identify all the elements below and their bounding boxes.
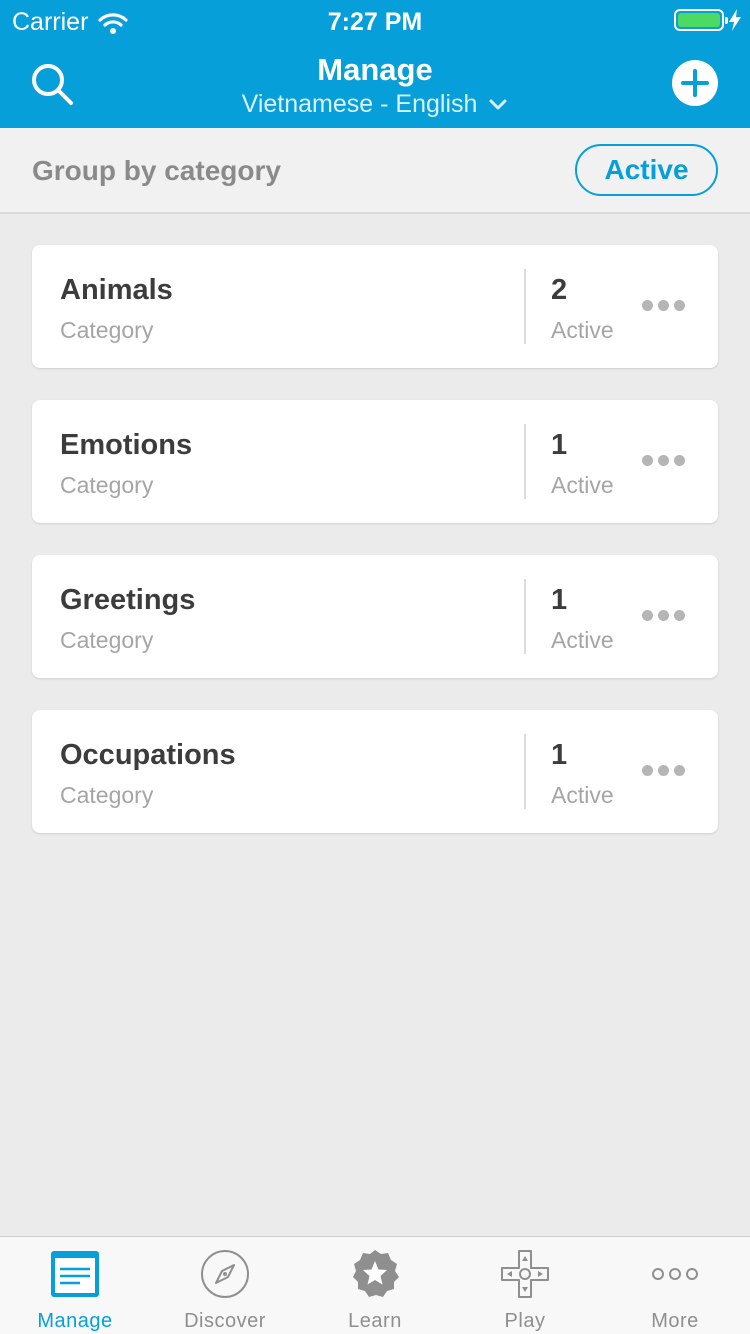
tab-more[interactable]: More xyxy=(600,1237,750,1334)
group-bar: Group by category Active xyxy=(0,128,750,214)
category-card[interactable]: Animals Category 2 Active xyxy=(32,245,718,368)
battery-indicator xyxy=(674,9,742,31)
category-card[interactable]: Greetings Category 1 Active xyxy=(32,555,718,678)
page-title: Manage xyxy=(317,52,433,87)
more-options-button[interactable] xyxy=(642,294,690,318)
star-badge-icon xyxy=(353,1250,399,1297)
tab-label: Manage xyxy=(37,1310,113,1332)
category-type: Category xyxy=(60,782,154,808)
category-type: Category xyxy=(60,472,154,498)
tab-discover[interactable]: Discover xyxy=(150,1237,300,1334)
tab-bar: Manage Discover Learn Play More xyxy=(0,1236,750,1334)
app-header: Carrier 7:27 PM Manage Vietnamese - Engl… xyxy=(0,0,750,128)
tab-label: More xyxy=(651,1310,699,1332)
category-name: Animals xyxy=(60,274,173,306)
tab-label: Play xyxy=(504,1310,546,1332)
charging-bolt-icon xyxy=(729,9,741,31)
active-filter-button[interactable]: Active xyxy=(575,144,718,196)
more-dots-icon xyxy=(652,1268,698,1280)
category-card[interactable]: Occupations Category 1 Active xyxy=(32,710,718,833)
language-pair-selector[interactable]: Vietnamese - English xyxy=(0,90,750,119)
language-pair-label: Vietnamese - English xyxy=(241,90,478,118)
more-options-button[interactable] xyxy=(642,604,690,628)
tab-label: Discover xyxy=(184,1310,266,1332)
active-status-label: Active xyxy=(551,472,614,498)
compass-icon xyxy=(201,1250,249,1298)
tab-label: Learn xyxy=(348,1310,402,1332)
card-divider xyxy=(524,424,526,499)
category-type: Category xyxy=(60,317,154,343)
active-count: 1 xyxy=(551,584,568,616)
active-status-label: Active xyxy=(551,317,614,343)
tab-play[interactable]: Play xyxy=(450,1237,600,1334)
category-type: Category xyxy=(60,627,154,653)
card-divider xyxy=(524,579,526,654)
active-status-label: Active xyxy=(551,627,614,653)
add-button[interactable] xyxy=(672,60,718,106)
active-count: 2 xyxy=(551,274,568,306)
tab-manage[interactable]: Manage xyxy=(0,1237,150,1334)
chevron-down-icon xyxy=(489,99,507,110)
card-divider xyxy=(524,734,526,809)
active-status-label: Active xyxy=(551,782,614,808)
active-count: 1 xyxy=(551,429,568,461)
manage-icon xyxy=(51,1251,99,1297)
tab-learn[interactable]: Learn xyxy=(300,1237,450,1334)
more-options-button[interactable] xyxy=(642,759,690,783)
card-divider xyxy=(524,269,526,344)
active-count: 1 xyxy=(551,739,568,771)
status-time: 7:27 PM xyxy=(327,8,423,36)
category-card[interactable]: Emotions Category 1 Active xyxy=(32,400,718,523)
gamepad-icon xyxy=(501,1250,549,1298)
category-name: Emotions xyxy=(60,429,193,461)
category-name: Greetings xyxy=(60,584,196,616)
category-name: Occupations xyxy=(60,739,236,771)
group-by-label[interactable]: Group by category xyxy=(32,155,281,187)
more-options-button[interactable] xyxy=(642,449,690,473)
plus-circle-icon xyxy=(672,60,718,106)
battery-icon xyxy=(674,9,728,31)
status-bar: Carrier 7:27 PM xyxy=(0,0,750,40)
